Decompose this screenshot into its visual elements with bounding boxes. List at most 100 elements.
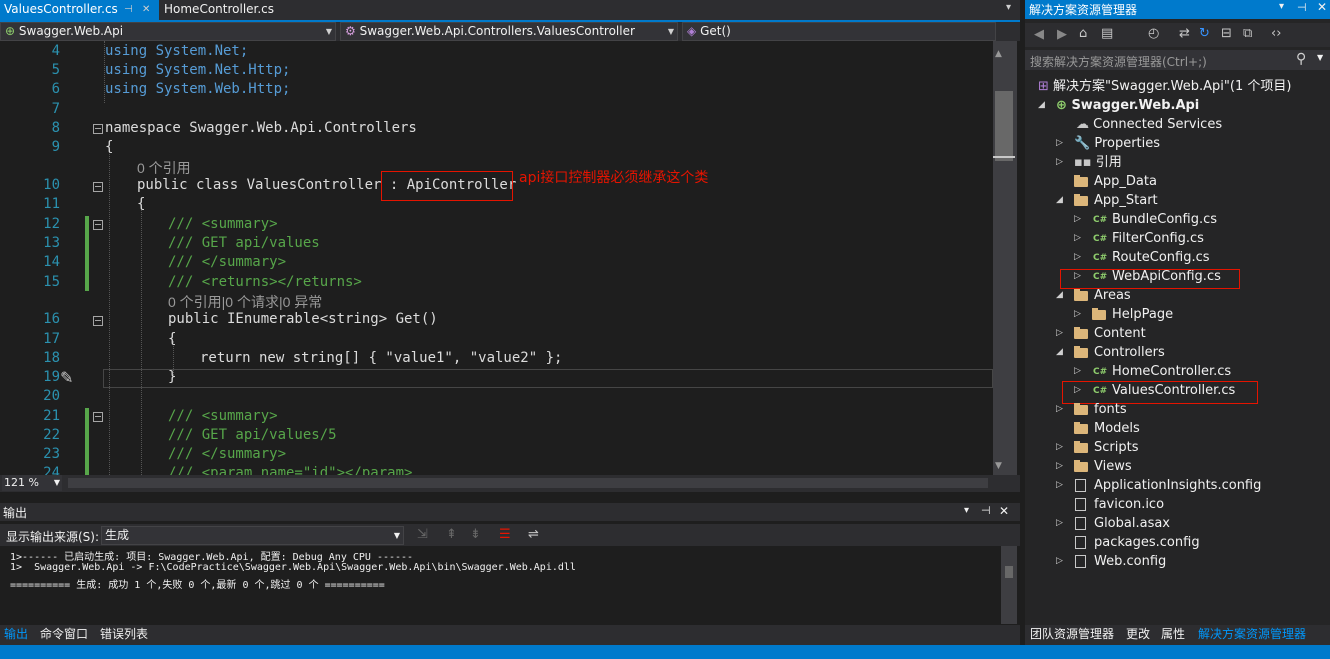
word-wrap-icon[interactable]: ⇌: [528, 527, 539, 542]
code-view-icon[interactable]: ‹›: [1271, 26, 1281, 41]
search-icon[interactable]: ⚲: [1296, 51, 1306, 67]
refresh-icon[interactable]: ↻: [1199, 26, 1210, 41]
tab-changes[interactable]: 更改: [1126, 625, 1150, 645]
tab-home-controller[interactable]: HomeController.cs: [160, 0, 314, 20]
collapsed-icon[interactable]: ▷: [1056, 552, 1063, 571]
tree-item-properties[interactable]: ▷ 🔧 Properties: [1056, 134, 1160, 153]
tree-item-packages-config[interactable]: packages.config: [1075, 533, 1200, 552]
dropdown-icon[interactable]: ▾: [1279, 1, 1284, 12]
collapsed-icon[interactable]: ▷: [1074, 362, 1081, 381]
pin-icon[interactable]: ⊣: [1297, 1, 1307, 14]
tree-item-views[interactable]: ▷ Views: [1056, 457, 1132, 476]
collapsed-icon[interactable]: ▷: [1056, 153, 1063, 172]
next-message-icon[interactable]: ⇟: [470, 527, 481, 542]
tab-command-window[interactable]: 命令窗口: [40, 625, 88, 645]
tree-item-routeconfig[interactable]: ▷ C# RouteConfig.cs: [1074, 248, 1210, 267]
tab-values-controller[interactable]: ValuesController.cs ⊣ ✕: [0, 0, 159, 20]
close-icon[interactable]: ✕: [142, 0, 150, 19]
codelens-method-info[interactable]: 0 个引用|0 个请求|0 异常: [168, 292, 322, 312]
collapsed-icon[interactable]: ▷: [1056, 324, 1063, 343]
tree-item-controllers[interactable]: ◢ Controllers: [1056, 343, 1165, 362]
chevron-down-icon[interactable]: ▼: [1317, 53, 1323, 62]
output-scrollbar[interactable]: [1001, 546, 1017, 624]
expanded-icon[interactable]: ◢: [1056, 343, 1063, 362]
collapsed-icon[interactable]: ▷: [1056, 457, 1063, 476]
solution-search-input[interactable]: 搜索解决方案资源管理器(Ctrl+;): [1030, 53, 1207, 70]
scroll-down-icon[interactable]: ▼: [995, 461, 1002, 471]
tree-item-content[interactable]: ▷ Content: [1056, 324, 1146, 343]
switch-views-icon[interactable]: ▤: [1101, 26, 1113, 41]
scroll-up-icon[interactable]: ▲: [995, 49, 1002, 59]
tab-team-explorer[interactable]: 团队资源管理器: [1030, 625, 1114, 645]
class-dropdown[interactable]: ⚙ Swagger.Web.Api.Controllers.ValuesCont…: [340, 22, 678, 41]
scroll-thumb[interactable]: [995, 91, 1013, 161]
expanded-icon[interactable]: ◢: [1056, 191, 1063, 210]
zoom-dropdown[interactable]: 121 % ▼: [2, 475, 62, 491]
expanded-icon[interactable]: ◢: [1038, 96, 1045, 115]
code-editor[interactable]: 4 5 6 7 8 9 10 11 12 13 14 15 16 17 18 1…: [0, 41, 993, 475]
close-icon[interactable]: ✕: [999, 504, 1009, 518]
codelens-references[interactable]: 0 个引用: [137, 158, 191, 178]
quick-action-brush-icon[interactable]: ✎: [60, 368, 73, 387]
tree-item-areas[interactable]: ◢ Areas: [1056, 286, 1131, 305]
collapsed-icon[interactable]: ▷: [1056, 438, 1063, 457]
tree-item-applicationinsights-config[interactable]: ▷ ApplicationInsights.config: [1056, 476, 1261, 495]
member-dropdown[interactable]: ◈ Get(): [682, 22, 996, 41]
home-icon[interactable]: ⌂: [1079, 26, 1087, 41]
expanded-icon[interactable]: ◢: [1056, 286, 1063, 305]
pin-icon[interactable]: ⊣: [124, 0, 133, 19]
pin-icon[interactable]: ⊣: [981, 504, 991, 517]
previous-message-icon[interactable]: ⇞: [446, 527, 457, 542]
tree-item-models[interactable]: Models: [1074, 419, 1140, 438]
scroll-thumb[interactable]: [1005, 566, 1013, 578]
fold-toggle-icon[interactable]: [93, 220, 103, 230]
tab-error-list[interactable]: 错误列表: [100, 625, 148, 645]
collapsed-icon[interactable]: ▷: [1056, 400, 1063, 419]
tree-item-homecontroller[interactable]: ▷ C# HomeController.cs: [1074, 362, 1231, 381]
tree-item-global-asax[interactable]: ▷ Global.asax: [1056, 514, 1170, 533]
editor-scrollbar[interactable]: ▲ ▼: [993, 41, 1017, 475]
collapsed-icon[interactable]: ▷: [1074, 229, 1081, 248]
dropdown-icon[interactable]: ▾: [964, 505, 969, 516]
tree-item-scripts[interactable]: ▷ Scripts: [1056, 438, 1138, 457]
tab-solution-explorer[interactable]: 解决方案资源管理器: [1198, 625, 1306, 645]
pending-changes-icon[interactable]: ◴: [1148, 26, 1159, 41]
tree-item-app-data[interactable]: App_Data: [1074, 172, 1157, 191]
fold-toggle-icon[interactable]: [93, 316, 103, 326]
forward-icon[interactable]: ▶: [1057, 27, 1067, 42]
fold-toggle-icon[interactable]: [93, 182, 103, 192]
back-icon[interactable]: ◀: [1034, 27, 1044, 42]
clear-all-icon[interactable]: ☰: [499, 527, 511, 542]
go-to-message-icon[interactable]: ⇲: [417, 527, 428, 542]
collapsed-icon[interactable]: ▷: [1074, 210, 1081, 229]
project-dropdown[interactable]: ⊕ Swagger.Web.Api ▼: [0, 22, 336, 41]
output-text-area[interactable]: 1>------ 已启动生成: 项目: Swagger.Web.Api, 配置:…: [0, 546, 1000, 624]
tab-output[interactable]: 输出: [0, 625, 32, 645]
tree-project-node[interactable]: ◢ ⊕ Swagger.Web.Api: [1038, 96, 1199, 115]
tree-item-fonts[interactable]: ▷ fonts: [1056, 400, 1127, 419]
tree-item-favicon[interactable]: favicon.ico: [1075, 495, 1164, 514]
solution-search-box[interactable]: 搜索解决方案资源管理器(Ctrl+;) ⚲ ▼: [1025, 50, 1330, 70]
tree-solution-node[interactable]: ⊞ 解决方案"Swagger.Web.Api"(1 个项目): [1038, 77, 1291, 96]
tree-item-references[interactable]: ▷ ▪▪ 引用: [1056, 153, 1122, 172]
tree-item-filterconfig[interactable]: ▷ C# FilterConfig.cs: [1074, 229, 1204, 248]
tab-properties[interactable]: 属性: [1161, 625, 1185, 645]
collapsed-icon[interactable]: ▷: [1074, 305, 1081, 324]
output-source-select[interactable]: 生成 ▼: [101, 526, 404, 545]
tab-overflow-icon[interactable]: ▾: [1006, 2, 1011, 13]
fold-toggle-icon[interactable]: [93, 412, 103, 422]
horizontal-scrollbar[interactable]: [68, 478, 988, 488]
tree-item-connected-services[interactable]: ☁ Connected Services: [1076, 115, 1222, 134]
show-all-files-icon[interactable]: ⧉: [1243, 26, 1252, 41]
collapsed-icon[interactable]: ▷: [1056, 134, 1063, 153]
tree-item-web-config[interactable]: ▷ Web.config: [1056, 552, 1166, 571]
collapsed-icon[interactable]: ▷: [1074, 248, 1081, 267]
fold-toggle-icon[interactable]: [93, 124, 103, 134]
close-icon[interactable]: ✕: [1317, 0, 1327, 14]
tree-item-app-start[interactable]: ◢ App_Start: [1056, 191, 1158, 210]
tree-item-bundleconfig[interactable]: ▷ C# BundleConfig.cs: [1074, 210, 1217, 229]
tree-item-helppage[interactable]: ▷ HelpPage: [1074, 305, 1173, 324]
sync-icon[interactable]: ⇄: [1179, 26, 1190, 41]
collapse-all-icon[interactable]: ⊟: [1221, 26, 1232, 41]
collapsed-icon[interactable]: ▷: [1056, 476, 1063, 495]
